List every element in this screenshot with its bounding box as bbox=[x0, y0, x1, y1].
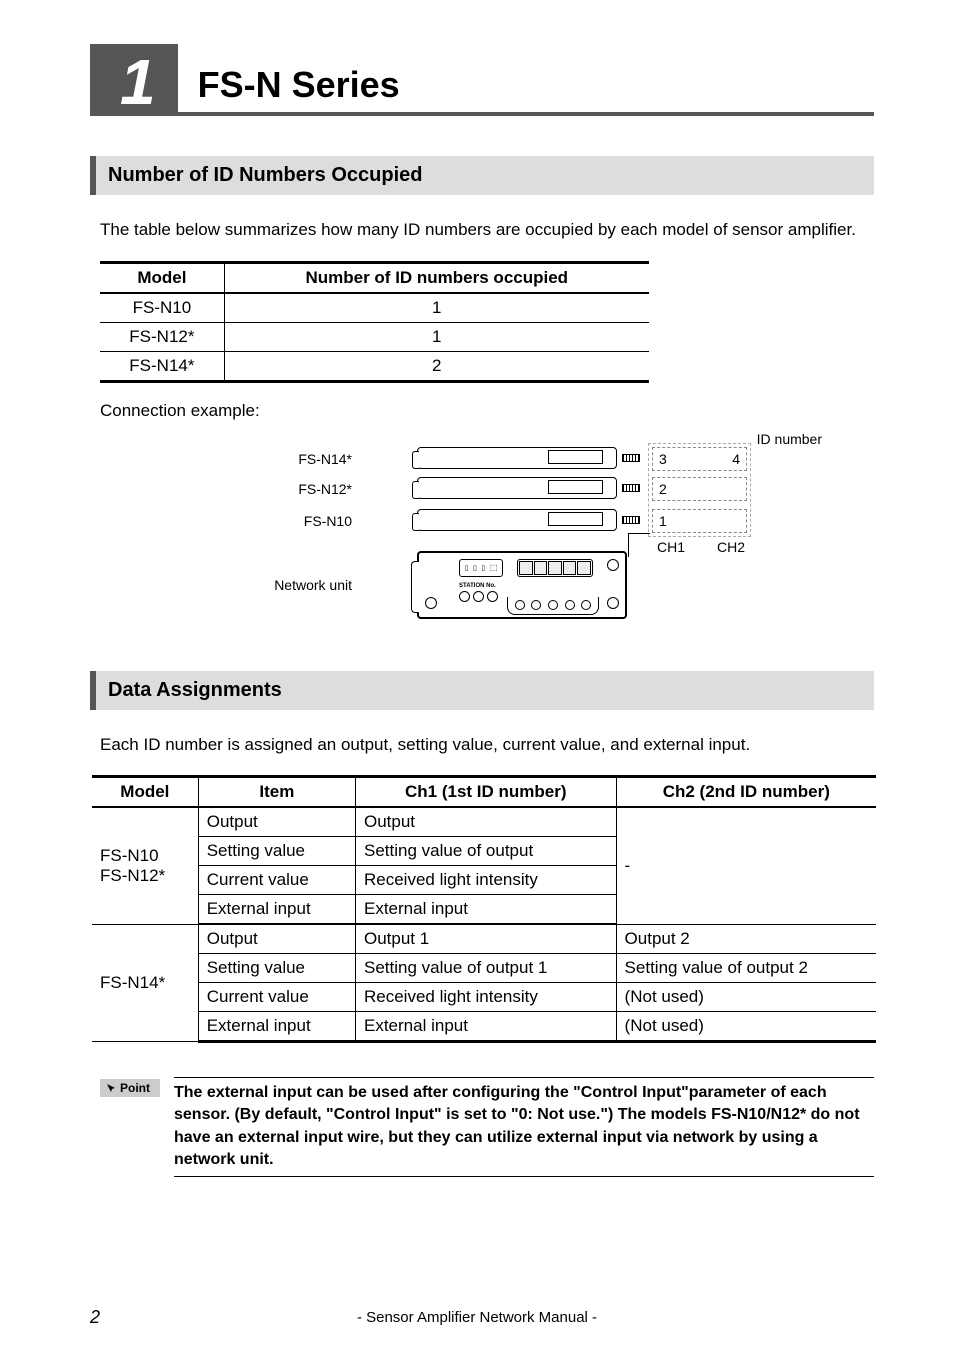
diagram-label-fsn12: FS-N12* bbox=[232, 481, 352, 497]
cell-ch1: Setting value of output bbox=[356, 837, 617, 866]
cell-item: Setting value bbox=[198, 837, 355, 866]
sensor-box-icon bbox=[417, 447, 617, 469]
cell-count: 1 bbox=[224, 293, 649, 323]
section-intro: Each ID number is assigned an output, se… bbox=[100, 732, 874, 758]
cell-ch2: Setting value of output 2 bbox=[616, 954, 876, 983]
cell-count: 2 bbox=[224, 351, 649, 381]
diagram-label-fsn10: FS-N10 bbox=[232, 513, 352, 529]
table-row: External input External input (Not used) bbox=[92, 1012, 876, 1042]
connection-example-label: Connection example: bbox=[100, 401, 874, 421]
cell-model: FS-N14* bbox=[100, 351, 224, 381]
cell-ch1: Output bbox=[356, 807, 617, 837]
id-value: 4 bbox=[732, 451, 740, 467]
connection-diagram: ID number FS-N14* FS-N12* FS-N10 Network… bbox=[112, 431, 852, 641]
section-heading-id-numbers: Number of ID Numbers Occupied bbox=[90, 156, 874, 195]
channel-label-ch1: CH1 bbox=[657, 539, 685, 555]
connector-line-icon bbox=[628, 533, 650, 534]
table-row: FS-N10 FS-N12* Output Output - bbox=[92, 807, 876, 837]
cell-ch2: Output 2 bbox=[616, 924, 876, 954]
diagram-label-network-unit: Network unit bbox=[232, 577, 352, 593]
section-intro: The table below summarizes how many ID n… bbox=[100, 217, 874, 243]
id-value: 3 bbox=[659, 451, 667, 467]
table-header: Model bbox=[92, 777, 198, 808]
data-assignments-table: Model Item Ch1 (1st ID number) Ch2 (2nd … bbox=[92, 775, 876, 1043]
point-label: Point bbox=[120, 1081, 150, 1095]
id-value: 2 bbox=[659, 481, 667, 497]
id-number-title: ID number bbox=[757, 431, 822, 447]
chapter-number: 1 bbox=[90, 44, 178, 116]
id-box: 2 bbox=[652, 477, 747, 501]
cell-item: Output bbox=[198, 924, 355, 954]
page-number: 2 bbox=[90, 1307, 100, 1328]
cell-item: External input bbox=[198, 895, 355, 925]
cell-model: FS-N10 bbox=[100, 293, 224, 323]
cell-item: Output bbox=[198, 807, 355, 837]
cell-ch1: Received light intensity bbox=[356, 983, 617, 1012]
cell-ch2: (Not used) bbox=[616, 983, 876, 1012]
diagram-label-fsn14: FS-N14* bbox=[232, 451, 352, 467]
cell-ch1: External input bbox=[356, 1012, 617, 1042]
cell-ch2: (Not used) bbox=[616, 1012, 876, 1042]
cell-ch1: External input bbox=[356, 895, 617, 925]
table-row: Setting value Setting value of output 1 … bbox=[92, 954, 876, 983]
cell-model: FS-N12* bbox=[100, 322, 224, 351]
cell-ch1: Output 1 bbox=[356, 924, 617, 954]
id-box: 1 bbox=[652, 509, 747, 533]
cell-ch1: Received light intensity bbox=[356, 866, 617, 895]
cell-ch2-merged: - bbox=[616, 807, 876, 924]
table-header: Ch2 (2nd ID number) bbox=[616, 777, 876, 808]
cell-count: 1 bbox=[224, 322, 649, 351]
cell-item: Setting value bbox=[198, 954, 355, 983]
chapter-title: FS-N Series bbox=[198, 64, 400, 112]
table-row: FS-N14* Output Output 1 Output 2 bbox=[92, 924, 876, 954]
table-row: FS-N14* 2 bbox=[100, 351, 649, 381]
table-header: Ch1 (1st ID number) bbox=[356, 777, 617, 808]
table-row: FS-N12* 1 bbox=[100, 322, 649, 351]
id-box: 3 4 bbox=[652, 447, 747, 471]
cell-ch1: Setting value of output 1 bbox=[356, 954, 617, 983]
table-row: Current value Received light intensity (… bbox=[92, 983, 876, 1012]
connector-icon bbox=[622, 516, 640, 524]
sensor-box-icon bbox=[417, 477, 617, 499]
cell-item: Current value bbox=[198, 983, 355, 1012]
connector-icon bbox=[622, 484, 640, 492]
station-no-label: STATION No. bbox=[459, 583, 496, 589]
cell-item: External input bbox=[198, 1012, 355, 1042]
connector-line-icon bbox=[628, 533, 629, 557]
id-value: 1 bbox=[659, 513, 667, 529]
id-numbers-table: Model Number of ID numbers occupied FS-N… bbox=[100, 261, 649, 383]
point-badge: Point bbox=[100, 1079, 160, 1097]
channel-label-ch2: CH2 bbox=[717, 539, 745, 555]
table-header: Item bbox=[198, 777, 355, 808]
cell-item: Current value bbox=[198, 866, 355, 895]
sensor-box-icon bbox=[417, 509, 617, 531]
point-note: Point The external input can be used aft… bbox=[100, 1077, 874, 1177]
pointer-icon bbox=[106, 1083, 116, 1093]
point-text: The external input can be used after con… bbox=[174, 1077, 874, 1177]
footer-text: - Sensor Amplifier Network Manual - bbox=[0, 1309, 954, 1326]
model-text: FS-N12* bbox=[100, 866, 165, 885]
network-unit-icon: ▯▯▯⬚ STATION No. bbox=[417, 551, 627, 619]
cell-model: FS-N14* bbox=[92, 924, 198, 1042]
section-heading-data-assignments: Data Assignments bbox=[90, 671, 874, 710]
cell-model: FS-N10 FS-N12* bbox=[92, 807, 198, 924]
table-header-count: Number of ID numbers occupied bbox=[224, 262, 649, 293]
table-header-model: Model bbox=[100, 262, 224, 293]
connector-icon bbox=[622, 454, 640, 462]
chapter-header: 1 FS-N Series bbox=[90, 40, 874, 116]
model-text: FS-N10 bbox=[100, 846, 159, 865]
table-row: FS-N10 1 bbox=[100, 293, 649, 323]
